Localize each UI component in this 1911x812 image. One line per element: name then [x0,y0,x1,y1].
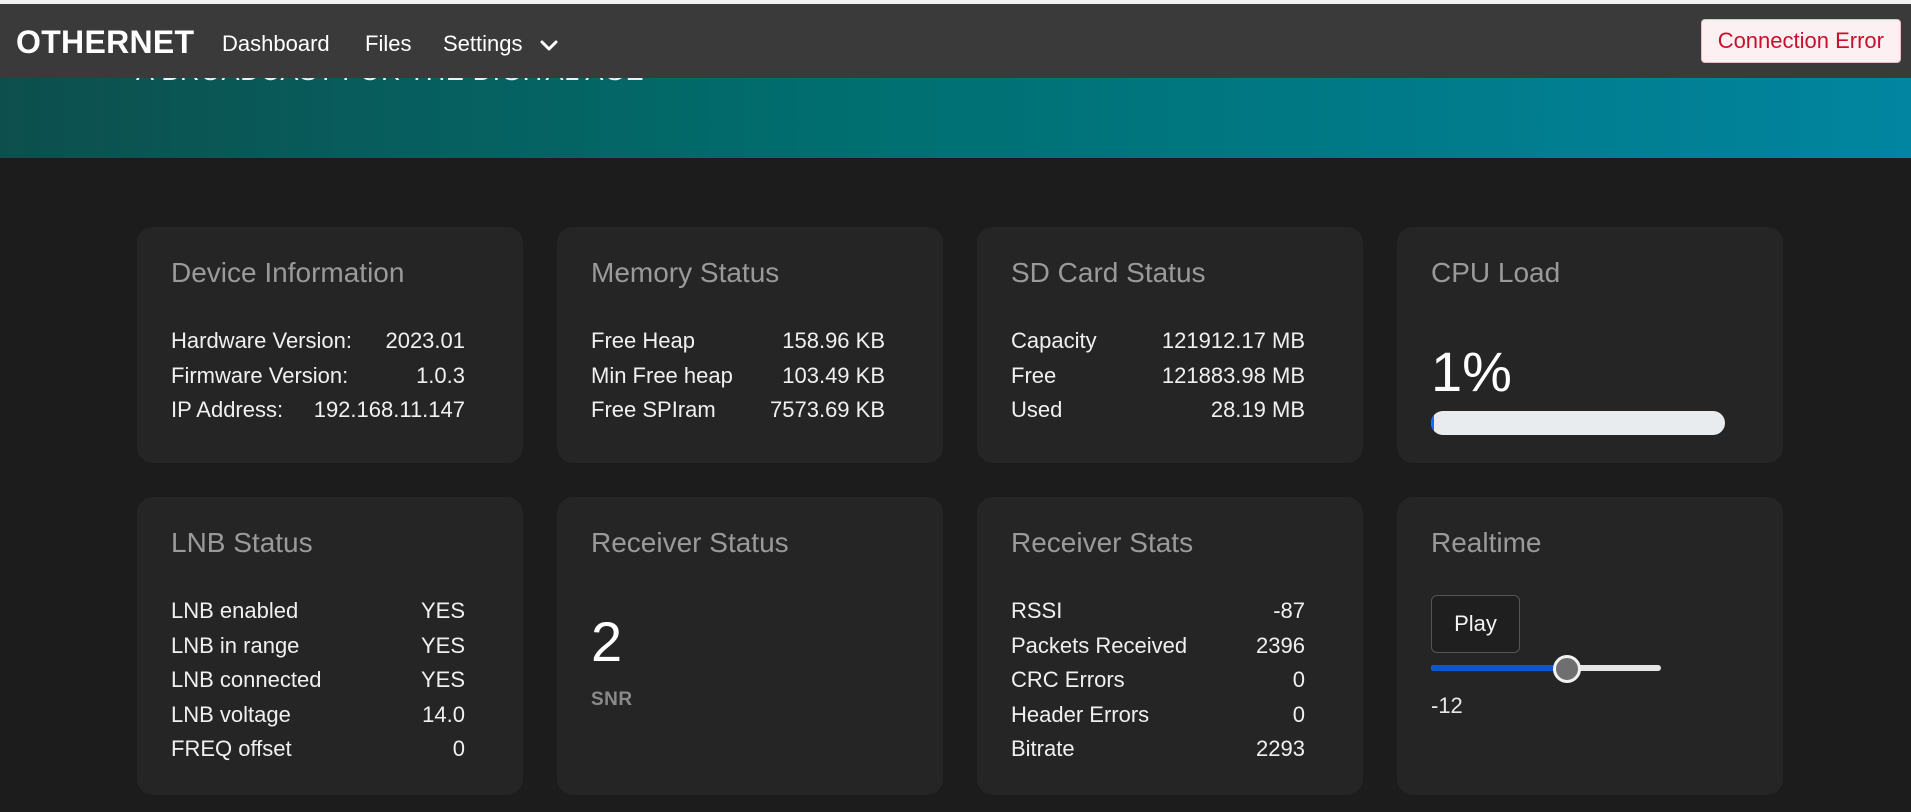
realtime-slider[interactable] [1431,655,1661,683]
slider-thumb[interactable] [1552,655,1581,683]
receiver-stats-card: Receiver Stats RSSI -87 Packets Received… [977,497,1363,795]
realtime-card: Realtime Play -12 [1397,497,1783,795]
card-title: SD Card Status [1011,257,1206,288]
row-value: -87 [1273,598,1305,623]
row-value: 1.0.3 [416,362,465,388]
lnb-status-card: LNB Status LNB enabled YES LNB in range … [137,497,523,795]
device-information-card: Device Information Hardware Version: 202… [137,227,523,463]
info-row: Used 28.19 MB [1011,393,1305,428]
row-value: YES [420,598,465,623]
snr-label: SNR [591,689,633,710]
info-row: Free Heap 158.96 KB [591,324,885,359]
hero-banner: A BROADCAST FOR THE DIGITAL AGE [0,78,1911,158]
card-title: CPU Load [1431,257,1561,288]
row-value: YES [420,632,465,658]
cpu-load-card: CPU Load 1% [1397,227,1783,463]
info-row: Free SPIram 7573.69 KB [591,393,885,428]
info-row: LNB enabled YES [171,594,465,629]
row-label: CRC Errors [1011,667,1125,692]
slider-fill [1431,665,1567,671]
info-row: Min Free heap 103.49 KB [591,359,885,394]
info-row: RSSI -87 [1011,594,1305,629]
nav-files[interactable]: Files [365,31,411,57]
row-label: LNB in range [171,632,300,658]
connection-error-badge[interactable]: Connection Error [1700,19,1901,63]
receiver-stats-list: RSSI -87 Packets Received 2396 CRC Error… [1011,594,1305,767]
row-label: IP Address: [171,397,284,422]
row-value: 28.19 MB [1210,397,1305,422]
info-row: CRC Errors 0 [1011,663,1305,698]
row-label: Free [1011,362,1057,388]
brand-logo[interactable]: OTHERNET [16,24,194,61]
row-label: LNB connected [171,667,322,692]
row-label: Firmware Version: [171,362,349,388]
nav-settings[interactable]: Settings [443,31,523,57]
cpu-load-progress-bar [1431,411,1725,435]
row-label: Hardware Version: [171,328,352,353]
row-value: 192.168.11.147 [313,397,465,422]
row-value: 14.0 [422,701,465,727]
card-title: Memory Status [591,257,780,288]
row-value: 0 [1292,701,1305,727]
row-value: 7573.69 KB [770,397,885,422]
card-title: Receiver Stats [1011,527,1194,558]
info-row: Packets Received 2396 [1011,629,1305,664]
row-label: RSSI [1011,598,1063,623]
info-row: Capacity 121912.17 MB [1011,324,1305,359]
device-info-list: Hardware Version: 2023.01 Firmware Versi… [171,324,465,428]
row-value: YES [420,667,465,692]
sd-card-status-card: SD Card Status Capacity 121912.17 MB Fre… [977,227,1363,463]
play-button[interactable]: Play [1431,595,1520,653]
info-row: Firmware Version: 1.0.3 [171,359,465,394]
row-value: 2293 [1256,736,1305,761]
info-row: Hardware Version: 2023.01 [171,324,465,359]
card-title: Realtime [1431,527,1542,558]
row-value: 2396 [1256,632,1305,658]
hero-tagline: A BROADCAST FOR THE DIGITAL AGE [136,78,644,87]
nav-dashboard[interactable]: Dashboard [222,31,330,57]
lnb-list: LNB enabled YES LNB in range YES LNB con… [171,594,465,767]
snr-value: 2 [591,610,623,673]
row-value: 103.49 KB [782,362,885,388]
card-title: Receiver Status [591,527,789,558]
memory-list: Free Heap 158.96 KB Min Free heap 103.49… [591,324,885,428]
row-value: 121912.17 MB [1161,328,1305,353]
row-label: LNB enabled [171,598,299,623]
info-row: LNB in range YES [171,629,465,664]
row-label: Capacity [1011,328,1097,353]
card-title: LNB Status [171,527,313,558]
realtime-value: -12 [1431,693,1463,718]
info-row: Free 121883.98 MB [1011,359,1305,394]
info-row: Header Errors 0 [1011,698,1305,733]
info-row: FREQ offset 0 [171,732,465,767]
sd-card-list: Capacity 121912.17 MB Free 121883.98 MB … [1011,324,1305,428]
row-value: 0 [1292,667,1305,692]
memory-status-card: Memory Status Free Heap 158.96 KB Min Fr… [557,227,943,463]
info-row: LNB connected YES [171,663,465,698]
row-label: Used [1011,397,1063,422]
row-label: Header Errors [1011,701,1150,727]
info-row: Bitrate 2293 [1011,732,1305,767]
chevron-down-icon[interactable] [540,39,558,53]
card-title: Device Information [171,257,405,288]
top-navbar: OTHERNET Dashboard Files Settings Connec… [0,4,1911,78]
row-value: 158.96 KB [782,328,885,353]
row-value: 121883.98 MB [1161,362,1305,388]
info-row: IP Address: 192.168.11.147 [171,393,465,428]
row-label: Free SPIram [591,397,716,422]
row-label: Min Free heap [591,362,733,388]
row-label: Bitrate [1011,736,1075,761]
row-label: Free Heap [591,328,695,353]
cpu-load-progress-fill [1431,411,1434,435]
row-value: 2023.01 [385,328,465,353]
receiver-status-card: Receiver Status 2 SNR [557,497,943,795]
row-label: FREQ offset [171,736,292,761]
cpu-load-value: 1% [1431,340,1512,403]
row-label: LNB voltage [171,701,291,727]
row-label: Packets Received [1011,632,1188,658]
info-row: LNB voltage 14.0 [171,698,465,733]
row-value: 0 [452,736,465,761]
